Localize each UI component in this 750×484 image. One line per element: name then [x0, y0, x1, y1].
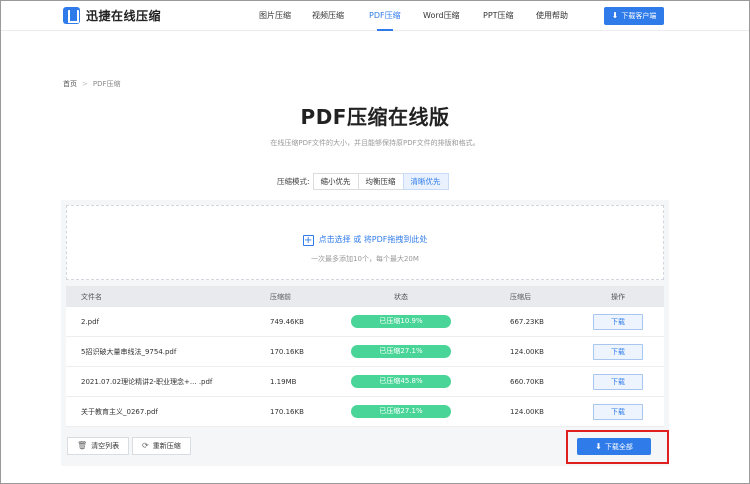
- row-status: 已压缩45.8%: [351, 367, 451, 396]
- dropzone-main-text: 点击选择 或 将PDF拖拽到此处: [318, 235, 428, 244]
- download-client-label: 下载客户端: [621, 12, 657, 20]
- clear-list-label: 清空列表: [91, 442, 120, 450]
- row-actions: 下载: [593, 397, 643, 426]
- table-row: 2.pdf 749.46KB 已压缩10.9% 667.23KB 下载: [66, 307, 664, 337]
- mode-label: 压缩模式:: [277, 177, 310, 186]
- row-after-size: 124.00KB: [510, 407, 544, 416]
- mode-option-size-first[interactable]: 缩小优先: [312, 173, 359, 190]
- row-filename: 5招识破大量串线法_9754.pdf: [81, 347, 177, 356]
- row-filename: 2.pdf: [81, 317, 100, 326]
- clear-list-button[interactable]: 🗑 清空列表: [67, 437, 130, 455]
- highlight-frame: [566, 430, 669, 464]
- row-status: 已压缩27.1%: [351, 337, 451, 366]
- status-badge: 已压缩27.1%: [351, 345, 451, 358]
- dropzone-hint: 一次最多添加10个，每个最大20M: [311, 255, 419, 263]
- page-subtitle: 在线压缩PDF文件的大小，并且能够保持原PDF文件的排版和格式。: [270, 139, 480, 147]
- header-after-size: 压缩后: [510, 292, 531, 301]
- breadcrumb: 首页 > PDF压缩: [63, 79, 121, 89]
- row-after-size: 667.23KB: [510, 317, 544, 326]
- download-client-button[interactable]: ⬇ 下载客户端: [604, 7, 664, 25]
- header-filename: 文件名: [81, 292, 102, 301]
- row-after-size: 124.00KB: [510, 347, 544, 356]
- table-header: 文件名 压缩前 状态 压缩后 操作: [66, 286, 664, 307]
- nav-image-compress[interactable]: 图片压缩: [259, 1, 291, 31]
- header-status: 状态: [394, 292, 408, 301]
- dropzone-main[interactable]: + 点击选择 或 将PDF拖拽到此处: [67, 234, 663, 246]
- row-actions: 下载: [593, 367, 643, 396]
- row-before-size: 1.19MB: [270, 377, 297, 386]
- row-before-size: 749.46KB: [270, 317, 304, 326]
- download-icon: ⬇: [611, 11, 619, 20]
- refresh-icon: ⟳: [142, 441, 149, 450]
- row-filename: 2021.07.02理论精讲2-职业理念+... .pdf: [81, 377, 213, 386]
- compression-mode-selector: 压缩模式: 缩小优先 均衡压缩 清晰优先: [277, 173, 449, 190]
- nav-help[interactable]: 使用帮助: [536, 1, 568, 31]
- header-before-size: 压缩前: [270, 292, 291, 301]
- page-title: PDF压缩在线版: [300, 105, 450, 129]
- table-row: 5招识破大量串线法_9754.pdf 170.16KB 已压缩27.1% 124…: [66, 337, 664, 367]
- row-after-size: 660.70KB: [510, 377, 544, 386]
- status-badge: 已压缩27.1%: [351, 405, 451, 418]
- nav-video-compress[interactable]: 视频压缩: [312, 1, 344, 31]
- file-table: 文件名 压缩前 状态 压缩后 操作 2.pdf 749.46KB 已压缩10.9…: [66, 286, 664, 427]
- top-header: 迅捷在线压缩 图片压缩 视频压缩 PDF压缩 Word压缩 PPT压缩 使用帮助…: [1, 1, 749, 31]
- row-download-button[interactable]: 下载: [593, 343, 643, 360]
- add-file-icon: +: [302, 235, 314, 246]
- row-download-button[interactable]: 下载: [593, 373, 643, 390]
- logo-text: 迅捷在线压缩: [86, 9, 162, 23]
- mode-option-clarity-first[interactable]: 清晰优先: [402, 173, 449, 190]
- nav-word-compress[interactable]: Word压缩: [423, 1, 460, 31]
- row-actions: 下载: [593, 307, 643, 336]
- table-row: 2021.07.02理论精讲2-职业理念+... .pdf 1.19MB 已压缩…: [66, 367, 664, 397]
- status-badge: 已压缩10.9%: [351, 315, 451, 328]
- table-row: 关于教育主义_0267.pdf 170.16KB 已压缩27.1% 124.00…: [66, 397, 664, 427]
- trash-icon: 🗑: [77, 441, 88, 450]
- row-actions: 下载: [593, 337, 643, 366]
- row-filename: 关于教育主义_0267.pdf: [81, 407, 158, 416]
- nav-pdf-compress[interactable]: PDF压缩: [369, 1, 401, 31]
- breadcrumb-separator: >: [82, 80, 88, 88]
- logo[interactable]: 迅捷在线压缩: [63, 7, 161, 24]
- breadcrumb-home[interactable]: 首页: [63, 80, 77, 88]
- row-status: 已压缩10.9%: [351, 307, 451, 336]
- status-badge: 已压缩45.8%: [351, 375, 451, 388]
- breadcrumb-current: PDF压缩: [92, 80, 121, 88]
- header-actions: 操作: [611, 292, 625, 301]
- row-download-button[interactable]: 下载: [593, 403, 643, 420]
- row-download-button[interactable]: 下载: [593, 313, 643, 330]
- file-dropzone[interactable]: + 点击选择 或 将PDF拖拽到此处 一次最多添加10个，每个最大20M: [66, 205, 664, 280]
- compress-panel: + 点击选择 或 将PDF拖拽到此处 一次最多添加10个，每个最大20M 文件名 …: [61, 200, 669, 466]
- recompress-button[interactable]: ⟳ 重新压缩: [132, 437, 191, 455]
- nav-ppt-compress[interactable]: PPT压缩: [483, 1, 514, 31]
- logo-icon: [63, 7, 80, 24]
- row-before-size: 170.16KB: [270, 407, 304, 416]
- row-before-size: 170.16KB: [270, 347, 304, 356]
- recompress-label: 重新压缩: [152, 442, 181, 450]
- mode-option-balanced[interactable]: 均衡压缩: [357, 173, 404, 190]
- row-status: 已压缩27.1%: [351, 397, 451, 426]
